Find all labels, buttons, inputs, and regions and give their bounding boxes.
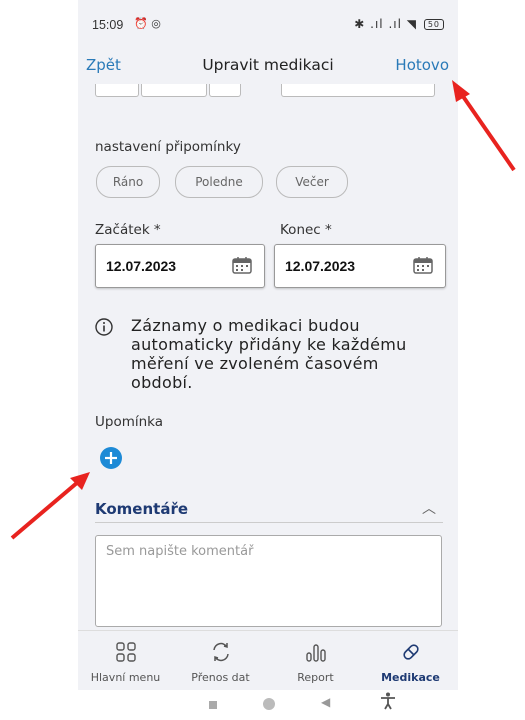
arrow-to-add-reminder xyxy=(10,472,90,540)
annotation-arrows xyxy=(10,80,516,540)
arrow-to-done xyxy=(452,80,516,172)
